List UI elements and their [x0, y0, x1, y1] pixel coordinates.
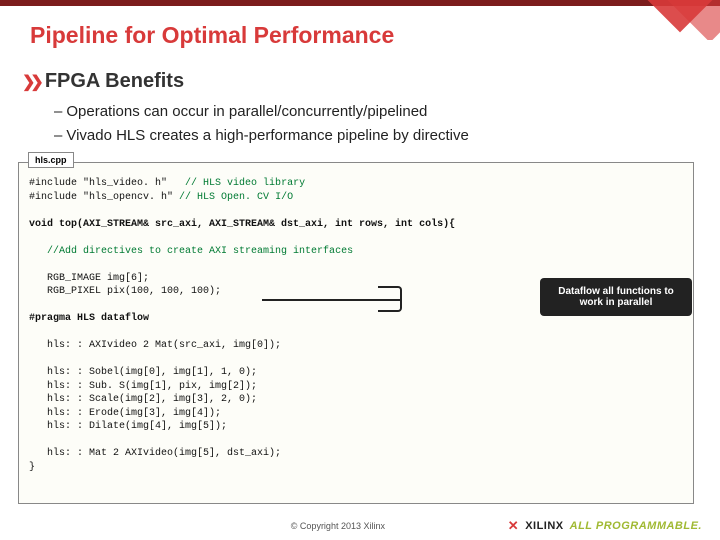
code-line: hls: : AXIvideo 2 Mat(src_axi, img[0]);	[47, 340, 281, 351]
brand-tagline: ALL PROGRAMMABLE.	[570, 520, 702, 532]
brand-logo: ✕ XILINX ALL PROGRAMMABLE.	[508, 518, 702, 534]
accent-bar	[0, 0, 720, 6]
code-line: hls: : Sub. S(img[1], pix, img[2]);	[47, 381, 257, 392]
subtitle-row: ❯❯ FPGA Benefits	[22, 70, 184, 93]
bullet-list: –Operations can occur in parallel/concur…	[54, 100, 469, 148]
chevron-icon: ❯❯	[22, 72, 39, 92]
bullet-item: –Vivado HLS creates a high-performance p…	[54, 124, 469, 148]
code-line: hls: : Scale(img[2], img[3], 2, 0);	[47, 394, 257, 405]
brand-name: XILINX	[525, 520, 563, 532]
code-pragma: #pragma HLS dataflow	[29, 313, 149, 324]
code-line: RGB_IMAGE img[6];	[47, 273, 149, 284]
code-line: void top(AXI_STREAM& src_axi, AXI_STREAM…	[29, 219, 455, 230]
bullet-item: –Operations can occur in parallel/concur…	[54, 100, 469, 124]
code-line: hls: : Erode(img[3], img[4]);	[47, 408, 221, 419]
filename-tab: hls.cpp	[28, 152, 74, 168]
code-line: hls: : Sobel(img[0], img[1], 1, 0);	[47, 367, 257, 378]
code-line: hls: : Mat 2 AXIvideo(img[5], dst_axi);	[47, 448, 281, 459]
code-block: #include "hls_video. h" // HLS video lib…	[18, 162, 694, 504]
slide-title: Pipeline for Optimal Performance	[30, 22, 394, 49]
bullet-text: Operations can occur in parallel/concurr…	[66, 103, 427, 120]
corner-decoration	[640, 0, 720, 40]
code-line: }	[29, 462, 35, 473]
xilinx-x-icon: ✕	[508, 518, 519, 534]
code-comment: // HLS video library	[185, 178, 305, 189]
bracket-icon	[378, 286, 402, 312]
copyright-text: © Copyright 2013 Xilinx	[168, 521, 508, 531]
code-line: hls: : Dilate(img[4], img[5]);	[47, 421, 227, 432]
code-line: RGB_PIXEL pix(100, 100, 100);	[47, 286, 221, 297]
footer: © Copyright 2013 Xilinx ✕ XILINX ALL PRO…	[0, 518, 720, 534]
callout-box: Dataflow all functions to work in parall…	[540, 278, 692, 316]
code-line: #include "hls_video. h"	[29, 178, 167, 189]
code-line: #include "hls_opencv. h"	[29, 192, 173, 203]
code-comment: //Add directives to create AXI streaming…	[47, 246, 353, 257]
bullet-text: Vivado HLS creates a high-performance pi…	[66, 127, 468, 144]
code-comment: // HLS Open. CV I/O	[179, 192, 293, 203]
subtitle: FPGA Benefits	[45, 70, 184, 93]
